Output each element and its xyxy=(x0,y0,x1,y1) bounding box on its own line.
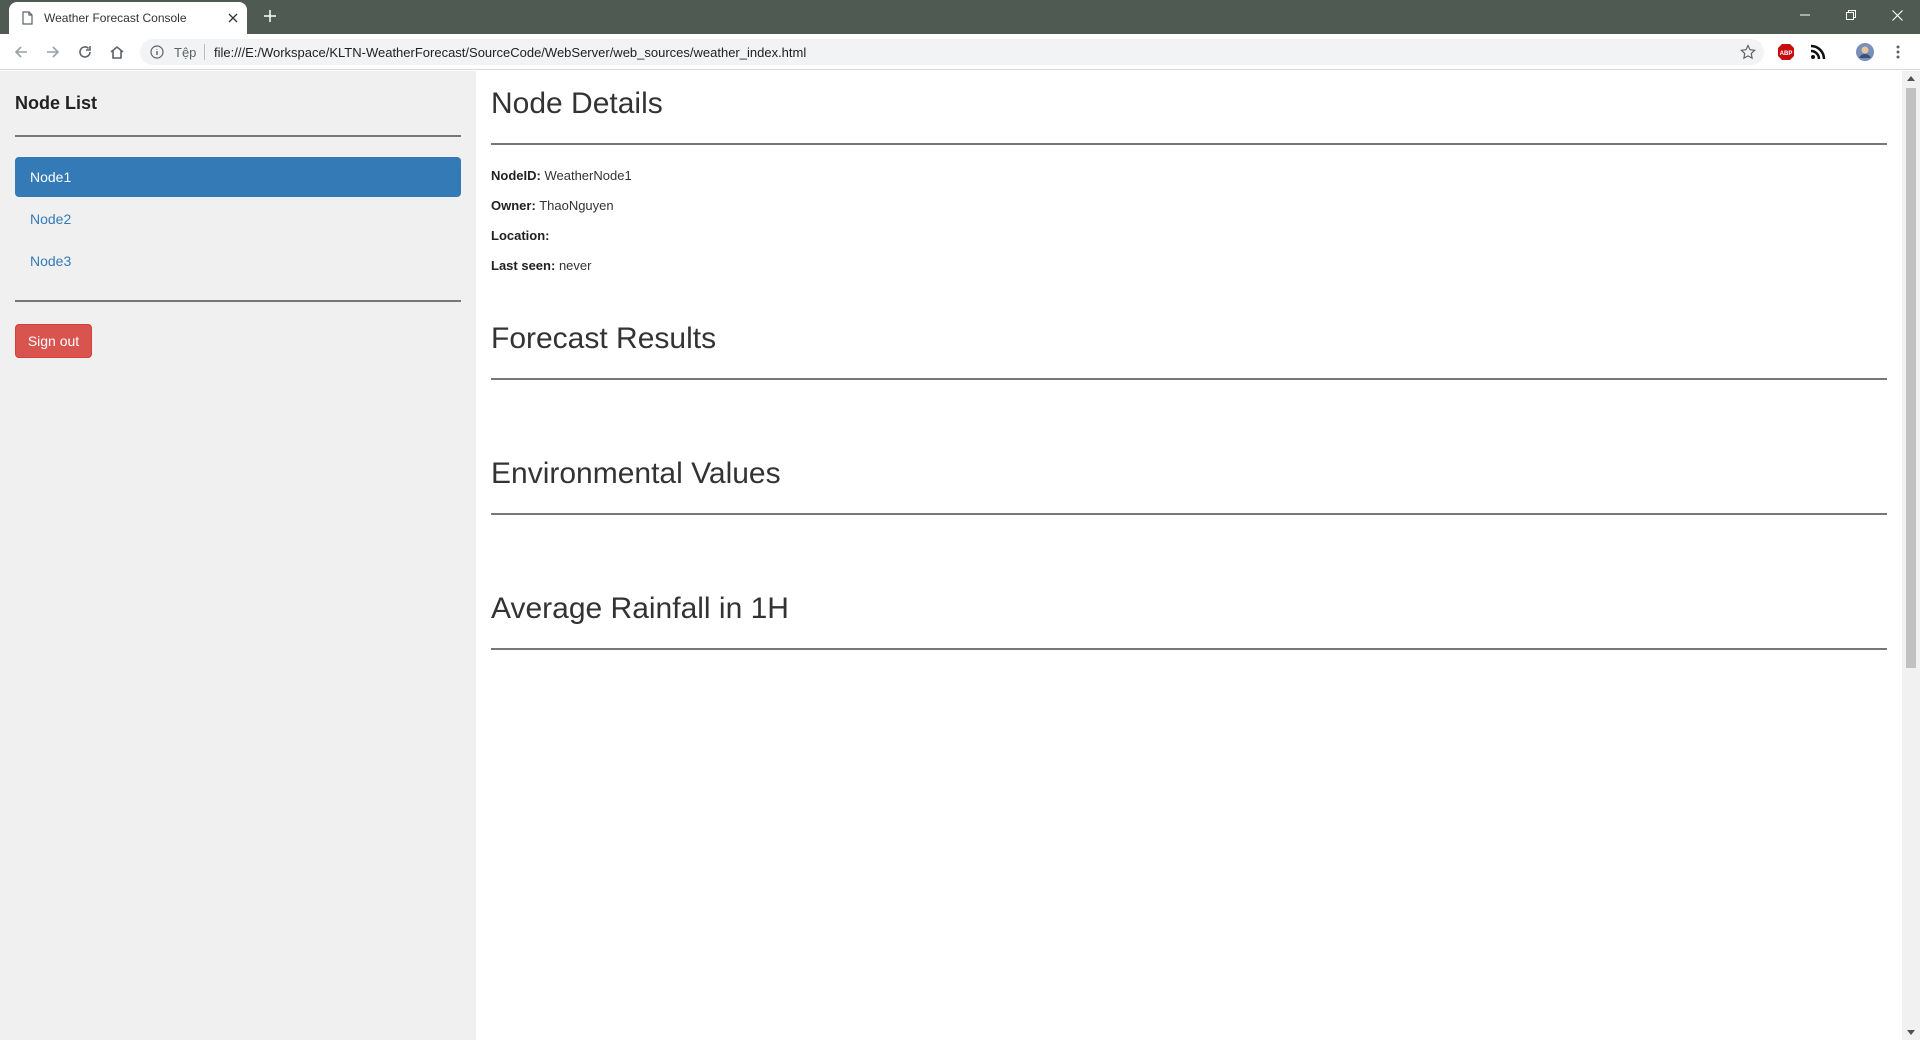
rss-icon[interactable] xyxy=(1808,42,1828,62)
lastseen-label: Last seen: xyxy=(491,258,556,273)
forecast-results-title: Forecast Results xyxy=(491,322,717,355)
restore-icon xyxy=(1846,10,1856,20)
main-content: Node Details NodeID: WeatherNode1 Owner:… xyxy=(491,71,1887,1040)
node-details-divider xyxy=(491,143,1887,145)
reload-icon xyxy=(79,46,91,58)
location-label: Location: xyxy=(491,228,550,243)
svg-text:ABP: ABP xyxy=(1780,51,1793,57)
tab-title: Weather Forecast Console xyxy=(44,11,187,25)
menu-dots-icon[interactable] xyxy=(1888,42,1908,62)
address-bar[interactable]: Tệp file:///E:/Workspace/KLTN-WeatherFor… xyxy=(140,39,1764,65)
browser-titlebar: Weather Forecast Console xyxy=(0,0,1920,34)
sidebar-title: Node List xyxy=(15,93,98,113)
sign-out-button[interactable]: Sign out xyxy=(15,324,92,358)
page-icon xyxy=(22,11,33,25)
reload-button[interactable] xyxy=(72,39,98,65)
sidebar-divider xyxy=(15,135,461,137)
scrollbar-thumb[interactable] xyxy=(1906,88,1916,668)
average-rainfall-divider xyxy=(491,648,1887,650)
node-item-node2[interactable]: Node2 xyxy=(15,199,461,239)
nodeid-label: NodeID: xyxy=(491,168,541,183)
minimize-icon xyxy=(1800,14,1810,16)
back-arrow-icon xyxy=(14,46,27,58)
omnibox-separator xyxy=(204,44,205,60)
vertical-scrollbar[interactable] xyxy=(1902,71,1920,1040)
profile-avatar[interactable] xyxy=(1855,42,1875,62)
tab-close-icon[interactable] xyxy=(222,7,244,29)
bookmark-star-icon[interactable] xyxy=(1738,42,1758,62)
plus-icon xyxy=(264,10,276,22)
forward-arrow-icon xyxy=(47,46,60,58)
minimize-button[interactable] xyxy=(1782,0,1828,30)
average-rainfall-title: Average Rainfall in 1H xyxy=(491,592,789,625)
owner-label: Owner: xyxy=(491,198,536,213)
environmental-values-title: Environmental Values xyxy=(491,457,781,490)
scroll-up-arrow-icon[interactable] xyxy=(1907,76,1915,81)
lastseen-value: never xyxy=(558,258,592,273)
scheme-label: Tệp xyxy=(174,45,197,60)
node-list: Node1 Node2 Node3 xyxy=(15,157,461,283)
detail-last-seen: Last seen: never xyxy=(491,258,591,273)
environmental-values-divider xyxy=(491,513,1887,515)
browser-tab[interactable]: Weather Forecast Console xyxy=(9,2,247,34)
detail-nodeid: NodeID: WeatherNode1 xyxy=(491,168,632,183)
node-item-node3[interactable]: Node3 xyxy=(15,241,461,281)
node-details-title: Node Details xyxy=(491,87,663,120)
forecast-results-divider xyxy=(491,378,1887,380)
restore-button[interactable] xyxy=(1828,0,1874,30)
nodeid-value: WeatherNode1 xyxy=(544,168,632,183)
close-window-button[interactable] xyxy=(1874,0,1920,30)
sidebar-divider-bottom xyxy=(15,300,461,302)
close-icon xyxy=(1891,9,1903,21)
page-viewport: Node List Node1 Node2 Node3 Sign out Nod… xyxy=(0,71,1920,1040)
detail-location: Location: xyxy=(491,228,550,243)
browser-toolbar: Tệp file:///E:/Workspace/KLTN-WeatherFor… xyxy=(0,34,1920,70)
abp-icon[interactable]: ABP xyxy=(1776,42,1796,62)
scroll-down-arrow-icon[interactable] xyxy=(1907,1030,1915,1035)
home-button[interactable] xyxy=(104,39,130,65)
back-button[interactable] xyxy=(8,39,34,65)
home-icon xyxy=(110,45,124,59)
owner-value: ThaoNguyen xyxy=(539,198,614,213)
detail-owner: Owner: ThaoNguyen xyxy=(491,198,614,213)
url-text[interactable]: file:///E:/Workspace/KLTN-WeatherForecas… xyxy=(214,45,806,60)
info-icon[interactable] xyxy=(150,45,164,59)
node-item-node1[interactable]: Node1 xyxy=(15,157,461,197)
forward-button[interactable] xyxy=(40,39,66,65)
sidebar: Node List Node1 Node2 Node3 Sign out xyxy=(0,71,476,1040)
new-tab-button[interactable] xyxy=(259,5,281,27)
